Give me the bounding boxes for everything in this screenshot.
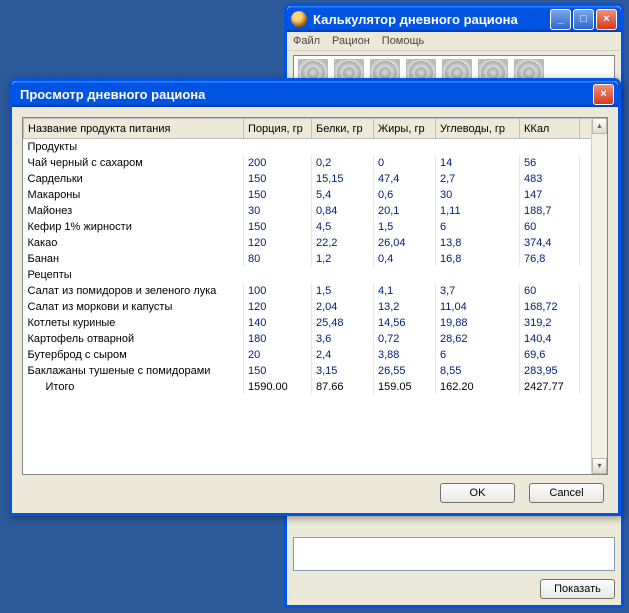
header-row: Название продукта питания Порция, гр Бел… xyxy=(24,119,607,139)
app-icon xyxy=(291,11,307,27)
col-name[interactable]: Название продукта питания xyxy=(24,119,244,139)
table-row[interactable]: Салат из моркови и капусты1202,0413,211,… xyxy=(24,299,607,315)
dialog-close-button[interactable]: × xyxy=(593,84,614,105)
col-portion[interactable]: Порция, гр xyxy=(244,119,312,139)
show-button[interactable]: Показать xyxy=(540,579,615,599)
totals-row: Итого1590.0087.66159.05162.202427.77 xyxy=(24,379,607,395)
table-row[interactable]: Макароны1505,40,630147 xyxy=(24,187,607,203)
scroll-down-icon[interactable]: ▾ xyxy=(592,458,607,474)
ok-button[interactable]: OK xyxy=(440,483,515,503)
col-kcal[interactable]: ККал xyxy=(520,119,580,139)
table-row[interactable]: Котлеты куриные14025,4814,5619,88319,2 xyxy=(24,315,607,331)
table-row[interactable]: Картофель отварной1803,60,7228,62140,4 xyxy=(24,331,607,347)
dialog-title: Просмотр дневного рациона xyxy=(20,87,591,102)
col-carb[interactable]: Углеводы, гр xyxy=(436,119,520,139)
section-row: Продукты xyxy=(24,139,607,155)
main-menubar: Файл Рацион Помощь xyxy=(287,32,621,51)
table-row[interactable]: Баклажаны тушеные с помидорами1503,1526,… xyxy=(24,363,607,379)
table-row[interactable]: Кефир 1% жирности1504,51,5660 xyxy=(24,219,607,235)
cancel-button[interactable]: Cancel xyxy=(529,483,604,503)
section-row: Рецепты xyxy=(24,267,607,283)
main-window-title: Калькулятор дневного рациона xyxy=(313,12,548,27)
menu-ration[interactable]: Рацион xyxy=(332,35,370,47)
table-row[interactable]: Чай черный с сахаром2000,201456 xyxy=(24,155,607,171)
close-button[interactable]: × xyxy=(596,9,617,30)
dialog-button-row: OK Cancel xyxy=(440,483,604,503)
col-protein[interactable]: Белки, гр xyxy=(312,119,374,139)
vertical-scrollbar[interactable]: ▴ ▾ xyxy=(591,118,607,474)
table-row[interactable]: Банан801,20,416,876,8 xyxy=(24,251,607,267)
table-row[interactable]: Какао12022,226,0413,8374,4 xyxy=(24,235,607,251)
scroll-up-icon[interactable]: ▴ xyxy=(592,118,607,134)
table-row[interactable]: Майонез300,8420,11,11188,7 xyxy=(24,203,607,219)
ration-dialog: Просмотр дневного рациона × Название про… xyxy=(9,78,621,516)
col-fat[interactable]: Жиры, гр xyxy=(374,119,436,139)
table-row[interactable]: Салат из помидоров и зеленого лука1001,5… xyxy=(24,283,607,299)
dialog-titlebar: Просмотр дневного рациона × xyxy=(12,81,618,107)
table-row[interactable]: Бутерброд с сыром202,43,88669,6 xyxy=(24,347,607,363)
menu-file[interactable]: Файл xyxy=(293,35,320,47)
main-titlebar: Калькулятор дневного рациона _ □ × xyxy=(287,6,621,32)
notes-textarea[interactable] xyxy=(293,537,615,571)
main-bottom-panel: Показать xyxy=(293,537,615,599)
menu-help[interactable]: Помощь xyxy=(382,35,425,47)
minimize-button[interactable]: _ xyxy=(550,9,571,30)
maximize-button[interactable]: □ xyxy=(573,9,594,30)
data-grid: Название продукта питания Порция, гр Бел… xyxy=(22,117,608,475)
table-row[interactable]: Сардельки15015,1547,42,7483 xyxy=(24,171,607,187)
